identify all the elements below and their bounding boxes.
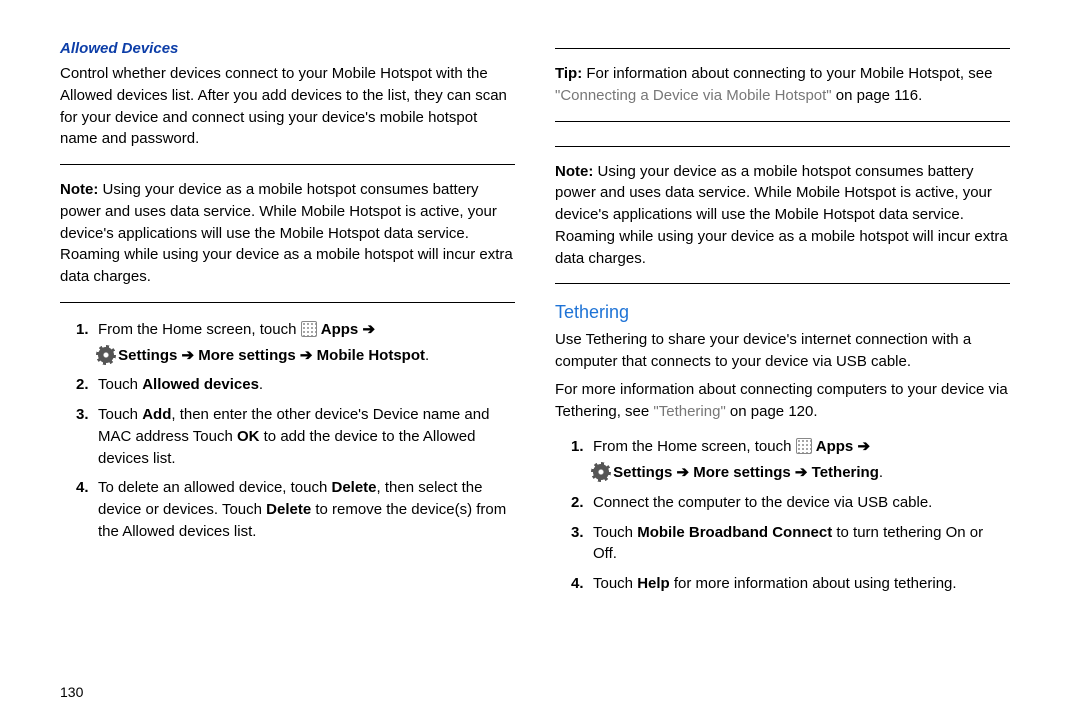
divider — [555, 121, 1010, 122]
step-2: Connect the computer to the device via U… — [593, 492, 1010, 514]
left-column: Allowed Devices Control whether devices … — [60, 40, 545, 700]
page-number: 130 — [60, 684, 83, 700]
settings-path: Settings ➔ More settings ➔ Tethering — [613, 464, 879, 481]
manual-page: Allowed Devices Control whether devices … — [0, 0, 1080, 720]
step-4: To delete an allowed device, touch Delet… — [98, 477, 515, 542]
tethering-intro: Use Tethering to share your device's int… — [555, 329, 1010, 373]
note-label: Note: — [555, 163, 593, 180]
divider — [60, 164, 515, 165]
steps-list: From the Home screen, touch Apps ➔ Setti… — [60, 319, 515, 551]
step-3: Touch Mobile Broadband Connect to turn t… — [593, 522, 1010, 566]
step-4: Touch Help for more information about us… — [593, 573, 1010, 595]
tip-ref: "Connecting a Device via Mobile Hotspot" — [555, 87, 832, 104]
step-1: From the Home screen, touch Apps ➔ Setti… — [593, 436, 1010, 484]
gear-icon — [593, 464, 609, 480]
note-body: Using your device as a mobile hotspot co… — [555, 163, 1008, 267]
divider — [555, 48, 1010, 49]
tip-label: Tip: — [555, 65, 582, 82]
note-label: Note: — [60, 181, 98, 198]
step-2: Touch Allowed devices. — [98, 374, 515, 396]
intro-text: Control whether devices connect to your … — [60, 63, 515, 150]
note-block: Note: Using your device as a mobile hots… — [555, 155, 1010, 276]
divider — [555, 146, 1010, 147]
divider — [60, 302, 515, 303]
tethering-moreinfo: For more information about connecting co… — [555, 379, 1010, 423]
step-1: From the Home screen, touch Apps ➔ Setti… — [98, 319, 515, 367]
tethering-heading: Tethering — [555, 302, 1010, 323]
steps-list: From the Home screen, touch Apps ➔ Setti… — [555, 436, 1010, 603]
right-column: Tip: For information about connecting to… — [545, 40, 1040, 700]
step-3: Touch Add, then enter the other device's… — [98, 404, 515, 469]
note-block: Note: Using your device as a mobile hots… — [60, 173, 515, 294]
tip-block: Tip: For information about connecting to… — [555, 57, 1010, 113]
allowed-devices-heading: Allowed Devices — [60, 40, 515, 57]
apps-grid-icon — [796, 438, 812, 454]
divider — [555, 283, 1010, 284]
apps-grid-icon — [301, 321, 317, 337]
gear-icon — [98, 347, 114, 363]
note-body: Using your device as a mobile hotspot co… — [60, 181, 513, 285]
tethering-ref: "Tethering" — [653, 403, 725, 420]
settings-path: Settings ➔ More settings ➔ Mobile Hotspo… — [118, 347, 425, 364]
